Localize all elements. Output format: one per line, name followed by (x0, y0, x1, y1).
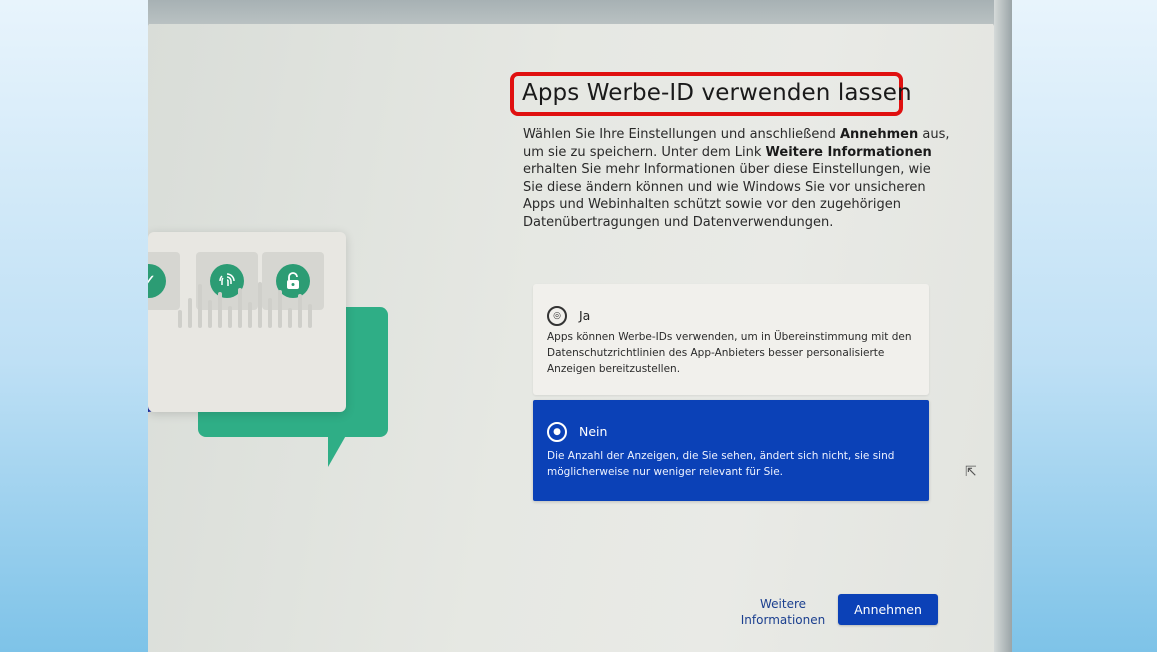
option-no-label: Nein (579, 424, 608, 439)
page-title: Apps Werbe-ID verwenden lassen (522, 80, 912, 106)
mouse-cursor-icon: ⇱ (965, 463, 977, 479)
more-info-line-2: Informationen (740, 613, 826, 627)
intro-bold-more-info: Weitere Informationen (765, 144, 932, 160)
check-icon: ✓ (148, 264, 166, 298)
option-yes-description: Apps können Werbe-IDs verwenden, um in Ü… (547, 331, 912, 375)
target-icon: ◎ (547, 306, 567, 326)
settings-card-graphic: ✓ (148, 232, 346, 412)
more-info-link[interactable]: Weitere Informationen (728, 596, 838, 628)
option-yes-label: Ja (579, 308, 591, 323)
chat-bubble-tail (328, 432, 348, 467)
option-yes[interactable]: ◎ Ja Apps können Werbe-IDs verwenden, um… (533, 284, 929, 395)
oobe-screen: ✓ Apps Werbe-ID verwenden lassen Wählen … (148, 22, 994, 652)
monitor-photo: ✓ Apps Werbe-ID verwenden lassen Wählen … (148, 0, 1012, 652)
monitor-top-bezel (148, 0, 1012, 24)
tile-check: ✓ (148, 252, 180, 310)
intro-text: Wählen Sie Ihre Einstellungen und anschl… (523, 126, 953, 231)
accept-button[interactable]: Annehmen (838, 594, 938, 625)
intro-part-3: erhalten Sie mehr Informationen über die… (523, 162, 931, 230)
monitor-right-bezel (994, 0, 1012, 652)
more-info-line-1: Weitere (759, 597, 807, 611)
intro-part-1: Wählen Sie Ihre Einstellungen und anschl… (523, 127, 840, 142)
option-no[interactable]: ● Nein Die Anzahl der Anzeigen, die Sie … (533, 400, 929, 501)
radio-target-icon: ● (547, 422, 567, 442)
privacy-illustration: ✓ (148, 22, 448, 652)
option-no-description: Die Anzahl der Anzeigen, die Sie sehen, … (547, 450, 895, 478)
intro-bold-accept: Annehmen (839, 127, 919, 142)
